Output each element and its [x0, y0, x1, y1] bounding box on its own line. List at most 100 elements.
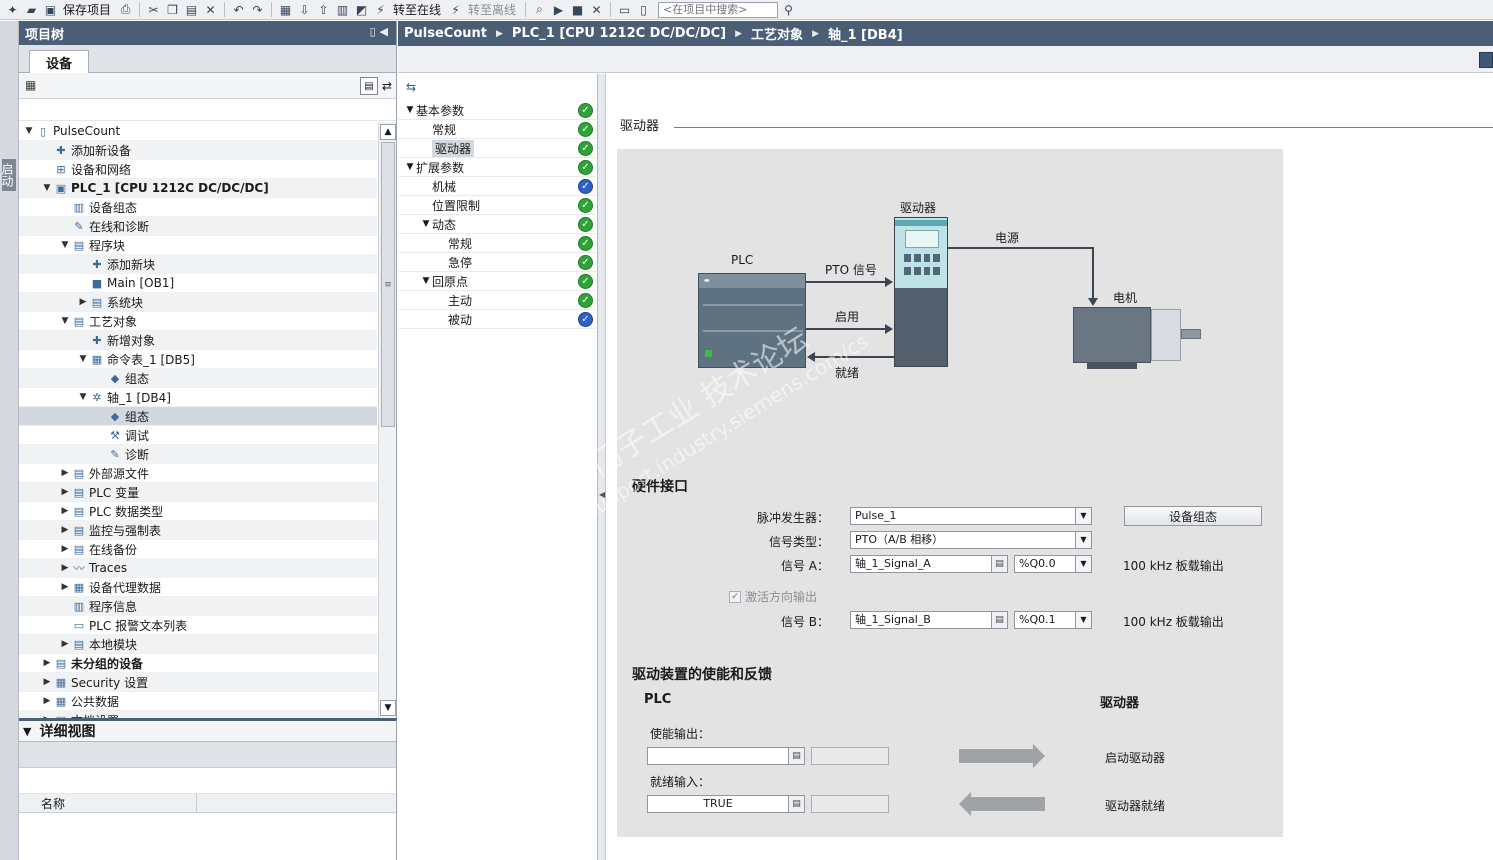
tree-refresh-icon[interactable]: ⇄: [378, 77, 396, 95]
tree-item[interactable]: ▶▤文档设置: [19, 711, 377, 718]
upload-icon[interactable]: ⇧: [315, 2, 332, 18]
signal-a-input[interactable]: 轴_1_Signal_A ▤: [850, 555, 1008, 573]
save-icon[interactable]: ▣: [42, 2, 59, 18]
chevron-down-icon[interactable]: ▼: [23, 725, 31, 738]
breadcrumb-item-technology-objects[interactable]: 工艺对象: [751, 24, 803, 43]
splitter-arrow-icon[interactable]: ◀: [599, 490, 605, 499]
config-nav-item[interactable]: 被动 ✓: [398, 310, 596, 329]
expand-right-icon[interactable]: ▶: [59, 582, 71, 592]
config-nav-item[interactable]: ▼ 扩展参数 ✓: [398, 158, 596, 177]
tree-item[interactable]: ▼ ▦ 命令表_1 [DB5]: [19, 350, 377, 369]
enable-output-input[interactable]: ▤: [647, 747, 805, 765]
compile-icon[interactable]: ▦: [277, 2, 294, 18]
tree-item[interactable]: ▼ ▣ PLC_1 [CPU 1212C DC/DC/DC]: [19, 179, 377, 198]
tree-item[interactable]: ▶ ▤ 在线备份: [19, 540, 377, 559]
print-icon[interactable]: ⎙: [117, 2, 134, 18]
config-nav-item[interactable]: 常规 ✓: [398, 234, 596, 253]
tree-item[interactable]: ✚ 添加新设备: [19, 141, 377, 160]
expand-down-icon[interactable]: ▼: [23, 126, 35, 136]
tag-picker-icon[interactable]: ▤: [788, 796, 804, 812]
expand-right-icon[interactable]: ▶: [41, 658, 53, 668]
tag-picker-icon[interactable]: ▤: [788, 748, 804, 764]
tree-item[interactable]: ▶ ▤ 外部源文件: [19, 464, 377, 483]
stop-cpu-icon[interactable]: ■: [569, 2, 586, 18]
tree-item[interactable]: ■ Main [OB1]: [19, 274, 377, 293]
start-cpu-icon[interactable]: ▶: [550, 2, 567, 18]
breadcrumb-item-plc[interactable]: PLC_1 [CPU 1212C DC/DC/DC]: [512, 26, 726, 41]
dropdown-arrow-icon[interactable]: ▼: [1075, 612, 1091, 628]
config-nav-item[interactable]: 常规 ✓: [398, 120, 596, 139]
expand-down-icon[interactable]: ▼: [59, 316, 71, 326]
tree-item[interactable]: ▼ ▤ 工艺对象: [19, 312, 377, 331]
accessible-devices-icon[interactable]: ⌕: [531, 2, 548, 18]
tree-item[interactable]: ▥ 设备组态: [19, 198, 377, 217]
tree-item[interactable]: ▶ ▤ 未分组的设备: [19, 654, 377, 673]
ready-input-input[interactable]: TRUE ▤: [647, 795, 805, 813]
download-icon[interactable]: ⇩: [296, 2, 313, 18]
expand-down-icon[interactable]: ▼: [420, 219, 432, 229]
config-nav-item[interactable]: 驱动器 ✓: [398, 139, 596, 158]
tree-item[interactable]: ▼ ▤ 程序块: [19, 236, 377, 255]
expand-right-icon[interactable]: ▶: [59, 525, 71, 535]
tag-picker-icon[interactable]: ▤: [991, 556, 1007, 572]
go-online-icon[interactable]: ⚡: [372, 2, 389, 18]
tree-settings-icon[interactable]: ▦: [25, 78, 36, 92]
go-offline-icon[interactable]: ⚡: [447, 2, 464, 18]
pulse-generator-select[interactable]: Pulse_1 ▼: [850, 507, 1092, 525]
tree-item[interactable]: ◆ 组态: [19, 407, 377, 426]
expand-right-icon[interactable]: ▶: [59, 639, 71, 649]
redo-icon[interactable]: ↷: [249, 2, 266, 18]
expand-right-icon[interactable]: ▶: [59, 544, 71, 554]
editor-side-icon[interactable]: [1479, 52, 1493, 68]
scroll-thumb[interactable]: ≡: [381, 142, 395, 427]
checkbox-check-icon[interactable]: ✔: [729, 590, 741, 603]
expand-right-icon[interactable]: ▶: [59, 506, 71, 516]
tree-item[interactable]: ▶ 〰 Traces: [19, 559, 377, 578]
nav-tool-icon[interactable]: ⇆: [398, 74, 597, 100]
tree-item[interactable]: ▶ ▤ PLC 变量: [19, 483, 377, 502]
expand-down-icon[interactable]: ▼: [77, 392, 89, 402]
go-offline-button[interactable]: 转至离线: [468, 1, 516, 18]
tree-item[interactable]: ▶ ▤ 监控与强制表: [19, 521, 377, 540]
tree-item[interactable]: ▶ ▤ PLC 数据类型: [19, 502, 377, 521]
tab-devices[interactable]: 设备: [29, 50, 89, 73]
paste-icon[interactable]: ▤: [183, 2, 200, 18]
tree-item[interactable]: ▶ ▦ 设备代理数据: [19, 578, 377, 597]
search-icon[interactable]: ⚲: [780, 2, 797, 18]
tree-item[interactable]: ⚒ 调试: [19, 426, 377, 445]
split-horizontal-icon[interactable]: ▭: [616, 2, 633, 18]
signal-b-input[interactable]: 轴_1_Signal_B ▤: [850, 611, 1008, 629]
panel-splitter[interactable]: ◀: [598, 74, 606, 860]
tree-item[interactable]: ▥ 程序信息: [19, 597, 377, 616]
column-header-name[interactable]: 名称: [19, 794, 197, 812]
expand-down-icon[interactable]: ▼: [41, 183, 53, 193]
tree-item[interactable]: ◆ 组态: [19, 369, 377, 388]
tree-item[interactable]: ✚ 新增对象: [19, 331, 377, 350]
stop-simulation-icon[interactable]: ◩: [353, 2, 370, 18]
cross-reference-icon[interactable]: ✕: [588, 2, 605, 18]
tree-item[interactable]: ✎ 在线和诊断: [19, 217, 377, 236]
cut-icon[interactable]: ✂: [145, 2, 162, 18]
tree-item[interactable]: ✎ 诊断: [19, 445, 377, 464]
device-config-button[interactable]: 设备组态: [1124, 506, 1262, 526]
activate-direction-checkbox[interactable]: ✔ 激活方向输出: [729, 588, 817, 605]
tree-item[interactable]: ▭ PLC 报警文本列表: [19, 616, 377, 635]
simulation-icon[interactable]: ▥: [334, 2, 351, 18]
tree-item[interactable]: ▶ ▤ 系统块: [19, 293, 377, 312]
config-nav-item[interactable]: 位置限制 ✓: [398, 196, 596, 215]
undo-icon[interactable]: ↶: [230, 2, 247, 18]
save-project-button[interactable]: 保存项目: [63, 1, 111, 18]
tag-picker-icon[interactable]: ▤: [991, 612, 1007, 628]
expand-right-icon[interactable]: ▶: [41, 696, 53, 706]
expand-right-icon[interactable]: ▶: [77, 297, 89, 307]
expand-down-icon[interactable]: ▼: [404, 162, 416, 172]
tree-item[interactable]: ▶ ▦ Security 设置: [19, 673, 377, 692]
config-nav-item[interactable]: 急停 ✓: [398, 253, 596, 272]
expand-right-icon[interactable]: ▶: [41, 677, 53, 687]
dropdown-arrow-icon[interactable]: ▼: [1075, 532, 1091, 548]
tree-item[interactable]: ✚ 添加新块: [19, 255, 377, 274]
breadcrumb-item-axis[interactable]: 轴_1 [DB4]: [828, 24, 903, 43]
signal-type-select[interactable]: PTO（A/B 相移） ▼: [850, 531, 1092, 549]
expand-down-icon[interactable]: ▼: [404, 105, 416, 115]
tree-item[interactable]: ▼ ✲ 轴_1 [DB4]: [19, 388, 377, 407]
